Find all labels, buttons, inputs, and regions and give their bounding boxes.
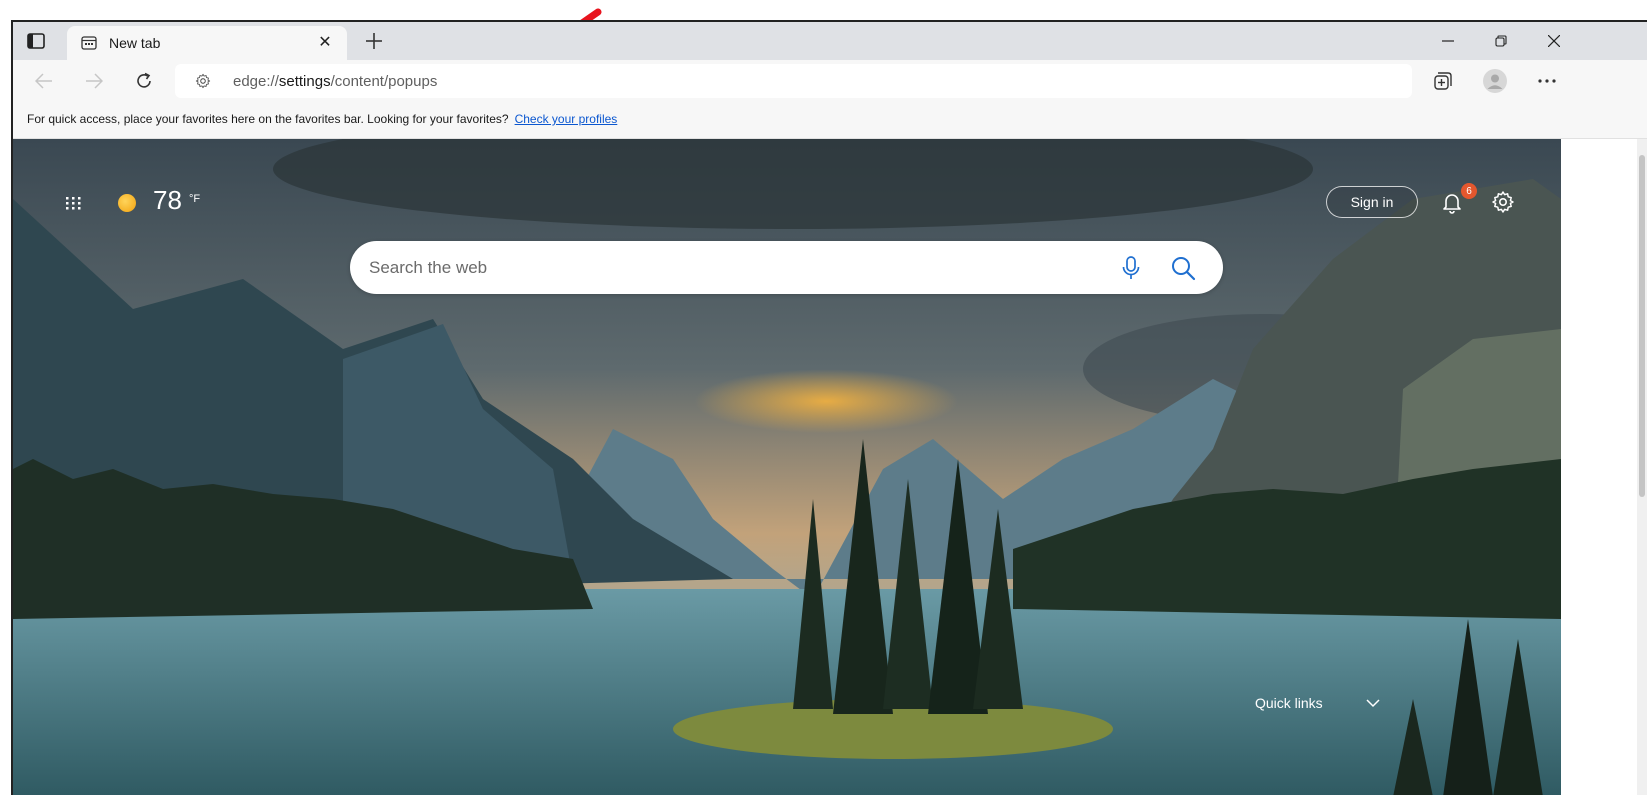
minimize-button[interactable] (1433, 28, 1463, 54)
tab-title: New tab (109, 35, 161, 51)
search-placeholder: Search the web (369, 258, 488, 277)
search-icon[interactable] (1170, 255, 1196, 281)
address-bar[interactable]: edge://settings/content/popups (175, 64, 1412, 98)
web-search-box[interactable]: Search the web (350, 241, 1223, 294)
page-scrollbar[interactable] (1637, 139, 1647, 795)
bell-icon[interactable] (1440, 190, 1464, 214)
close-window-button[interactable] (1539, 28, 1569, 54)
plus-icon (366, 33, 382, 49)
background-image (13, 139, 1561, 795)
profile-icon[interactable] (1481, 68, 1509, 94)
restore-button[interactable] (1486, 28, 1516, 54)
back-arrow-icon[interactable] (31, 68, 57, 94)
forward-arrow-icon[interactable] (81, 68, 107, 94)
sign-in-button[interactable]: Sign in (1326, 186, 1418, 218)
gear-icon (195, 73, 211, 89)
refresh-icon[interactable] (131, 68, 157, 94)
weather-unit: °F (189, 193, 201, 205)
weather-sun-icon[interactable] (118, 194, 136, 212)
newtab-icon (81, 35, 97, 51)
chevron-down-icon[interactable] (1365, 695, 1381, 711)
check-your-profiles-link[interactable]: Check your profiles (515, 112, 618, 126)
gear-icon[interactable] (1491, 190, 1515, 214)
toolbar: edge://settings/content/popups (13, 60, 1647, 100)
collections-icon[interactable] (1429, 68, 1457, 94)
apps-grid-icon[interactable] (61, 191, 85, 215)
more-icon[interactable] (1533, 68, 1561, 94)
new-tab-button[interactable] (361, 28, 387, 54)
microphone-icon[interactable] (1120, 255, 1142, 281)
tab-actions-icon[interactable] (25, 30, 47, 52)
new-tab-page: 78 °F Sign in 6 Search the web Quick lin… (13, 139, 1647, 795)
quick-links-button[interactable]: Quick links (1255, 695, 1323, 711)
browser-window: New tab ✕ edge://settings/content/popups… (11, 20, 1647, 795)
url-text: edge://settings/content/popups (233, 73, 438, 90)
favorites-bar-message: For quick access, place your favorites h… (27, 112, 618, 126)
scrollbar-thumb[interactable] (1639, 155, 1645, 497)
favorites-bar: For quick access, place your favorites h… (13, 100, 1647, 139)
tab-strip: New tab ✕ (13, 22, 1647, 60)
tab-new-tab[interactable]: New tab ✕ (67, 26, 347, 60)
close-icon[interactable]: ✕ (315, 32, 335, 52)
notification-badge: 6 (1461, 183, 1477, 199)
weather-temperature[interactable]: 78 (153, 185, 182, 216)
